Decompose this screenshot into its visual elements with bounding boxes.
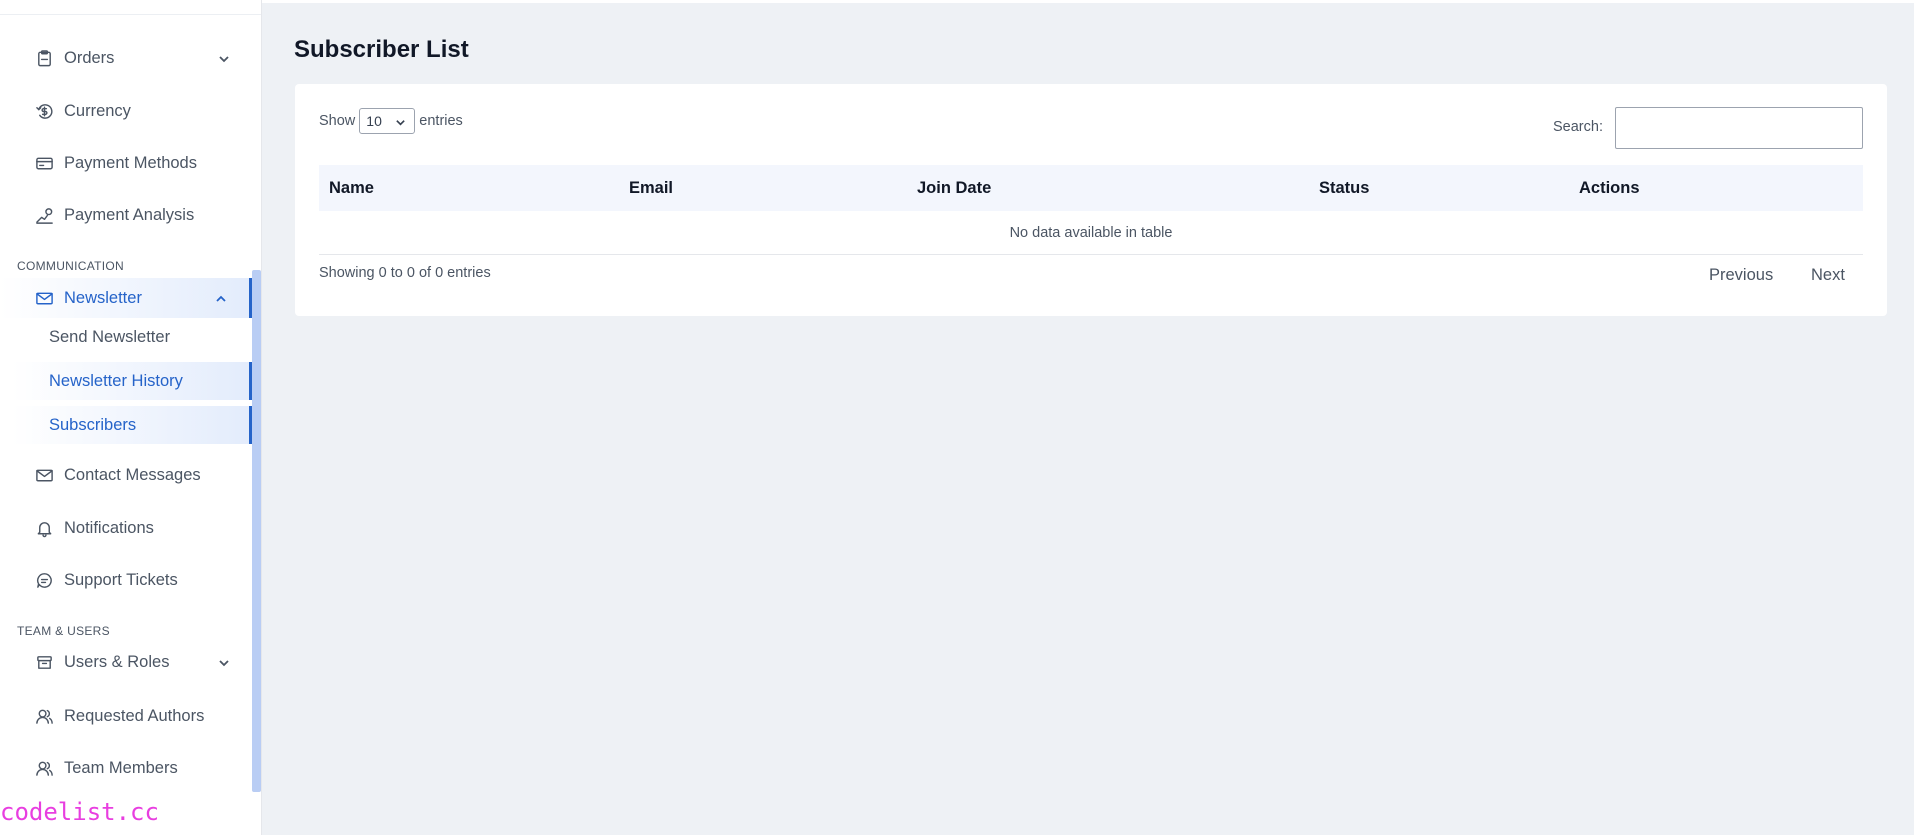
sidebar-item-payment-analysis[interactable]: Payment Analysis: [0, 195, 252, 235]
users-icon: [34, 706, 54, 726]
sidebar-item-label: Notifications: [64, 518, 154, 537]
topbar-edge: [262, 0, 1914, 3]
sidebar-item-requested-authors[interactable]: Requested Authors: [0, 696, 252, 736]
sidebar-item-label: Requested Authors: [64, 706, 205, 725]
search-label: Search:: [1553, 119, 1603, 135]
page-size-control: Show 10 entries: [319, 108, 463, 134]
sidebar-item-team-members[interactable]: Team Members: [0, 748, 252, 788]
chevron-down-icon: [396, 120, 406, 126]
column-header-name[interactable]: Name: [329, 179, 374, 198]
sidebar-subitem-send-newsletter[interactable]: Send Newsletter: [12, 318, 252, 356]
sidebar-subitem-newsletter-history[interactable]: Newsletter History: [12, 362, 252, 400]
next-page-button[interactable]: Next: [1811, 266, 1845, 285]
users-icon: [34, 758, 54, 778]
entries-label: entries: [419, 113, 463, 129]
page-size-select[interactable]: 10: [359, 108, 416, 134]
watermark: codelist.cc: [0, 798, 159, 826]
sidebar-item-label: Support Tickets: [64, 570, 178, 589]
column-header-email[interactable]: Email: [629, 179, 673, 198]
table-info: Showing 0 to 0 of 0 entries: [319, 265, 491, 281]
clipboard-icon: [34, 48, 54, 68]
column-header-status[interactable]: Status: [1319, 179, 1369, 198]
subscriber-table-card: Show 10 entries Search: Name Email Join …: [295, 84, 1887, 316]
mail-icon: [34, 288, 54, 308]
previous-page-button[interactable]: Previous: [1709, 266, 1773, 285]
section-label-communication: COMMUNICATION: [17, 259, 125, 273]
sidebar-item-label: Currency: [64, 101, 131, 120]
chevron-down-icon[interactable]: [218, 51, 230, 63]
sidebar-item-newsletter[interactable]: Newsletter: [0, 278, 252, 318]
sidebar-item-label: Users & Roles: [64, 652, 170, 671]
sidebar-item-label: Team Members: [64, 758, 178, 777]
mail-icon: [34, 465, 54, 485]
sidebar-item-label: Payment Methods: [64, 153, 197, 172]
column-header-actions[interactable]: Actions: [1579, 179, 1640, 198]
sidebar-item-label: Newsletter: [64, 288, 142, 307]
show-label: Show: [319, 113, 356, 129]
chevron-up-icon[interactable]: [215, 291, 227, 303]
page-title: Subscriber List: [294, 36, 469, 63]
sidebar-item-orders[interactable]: Orders: [0, 38, 252, 78]
sidebar-item-support-tickets[interactable]: Support Tickets: [0, 560, 252, 600]
empty-table-message: No data available in table: [319, 211, 1863, 255]
chevron-down-icon[interactable]: [218, 655, 230, 667]
column-header-join-date[interactable]: Join Date: [917, 179, 991, 198]
page-size-value: 10: [366, 113, 382, 129]
sidebar-item-payment-methods[interactable]: Payment Methods: [0, 143, 252, 183]
sidebar-item-notifications[interactable]: Notifications: [0, 508, 252, 548]
box-icon: [34, 652, 54, 672]
currency-icon: [34, 101, 54, 121]
subscriber-table: Name Email Join Date Status Actions No d…: [319, 165, 1863, 255]
sidebar-item-users-roles[interactable]: Users & Roles: [0, 642, 252, 682]
credit-card-icon: [34, 153, 54, 173]
sidebar-item-label: Orders: [64, 48, 115, 67]
sidebar-subitem-subscribers[interactable]: Subscribers: [12, 406, 252, 444]
sidebar-item-contact-messages[interactable]: Contact Messages: [0, 455, 252, 495]
sidebar-divider: [0, 14, 261, 15]
table-header: Name Email Join Date Status Actions: [319, 165, 1863, 211]
search-input[interactable]: [1615, 107, 1863, 149]
chat-icon: [34, 570, 54, 590]
sidebar-scrollbar[interactable]: [252, 270, 261, 792]
sidebar-item-label: Contact Messages: [64, 465, 201, 484]
sidebar-item-label: Payment Analysis: [64, 205, 195, 224]
bell-icon: [34, 518, 54, 538]
sidebar: Orders Currency Payment Methods Payment …: [0, 0, 262, 835]
section-label-team-users: TEAM & USERS: [17, 624, 110, 638]
sidebar-item-currency[interactable]: Currency: [0, 91, 252, 131]
analysis-icon: [34, 205, 54, 225]
